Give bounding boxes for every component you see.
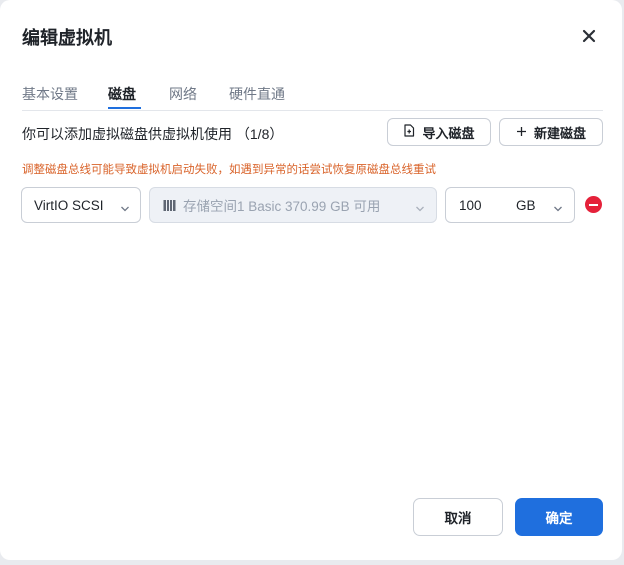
storage-select: 存储空间1 Basic 370.99 GB 可用 <box>149 187 437 223</box>
storage-value: 存储空间1 Basic 370.99 GB 可用 <box>183 199 381 214</box>
close-icon[interactable] <box>578 25 600 47</box>
file-import-icon <box>403 124 415 140</box>
tab-hardware-passthrough[interactable]: 硬件直通 <box>229 84 285 104</box>
bus-warning-text: 调整磁盘总线可能导致虚拟机启动失败，如遇到异常的话尝试恢复原磁盘总线重试 <box>22 164 436 176</box>
dialog-title: 编辑虚拟机 <box>22 28 112 48</box>
new-disk-label: 新建磁盘 <box>533 125 586 141</box>
disk-size-input[interactable]: 100 <box>459 198 482 213</box>
disk-bus-select[interactable]: VirtIO SCSI <box>21 187 141 223</box>
chevron-down-icon <box>415 201 425 216</box>
disk-size-unit[interactable]: GB <box>516 198 536 213</box>
chevron-down-icon <box>120 201 130 216</box>
cancel-button[interactable]: 取消 <box>413 498 503 536</box>
disk-size-field[interactable]: 100 GB <box>445 187 575 223</box>
confirm-button[interactable]: 确定 <box>515 498 603 536</box>
disk-bus-value: VirtIO SCSI <box>34 197 104 213</box>
chevron-down-icon <box>553 201 563 216</box>
import-disk-label: 导入磁盘 <box>422 125 475 141</box>
tab-network[interactable]: 网络 <box>169 84 197 104</box>
import-disk-button[interactable]: 导入磁盘 <box>387 118 491 146</box>
new-disk-button[interactable]: 新建磁盘 <box>499 118 603 146</box>
edit-vm-dialog: 编辑虚拟机 基本设置 磁盘 网络 硬件直通 你可以添加虚拟磁盘供虚拟机使用 （1… <box>0 0 622 560</box>
plus-icon <box>516 125 527 140</box>
remove-icon[interactable] <box>585 196 602 213</box>
tab-basic-settings[interactable]: 基本设置 <box>22 84 78 104</box>
active-tab-indicator <box>108 107 141 109</box>
storage-icon <box>163 199 176 212</box>
tab-disk[interactable]: 磁盘 <box>108 84 136 104</box>
disk-count-info: 你可以添加虚拟磁盘供虚拟机使用 （1/8） <box>22 126 284 142</box>
